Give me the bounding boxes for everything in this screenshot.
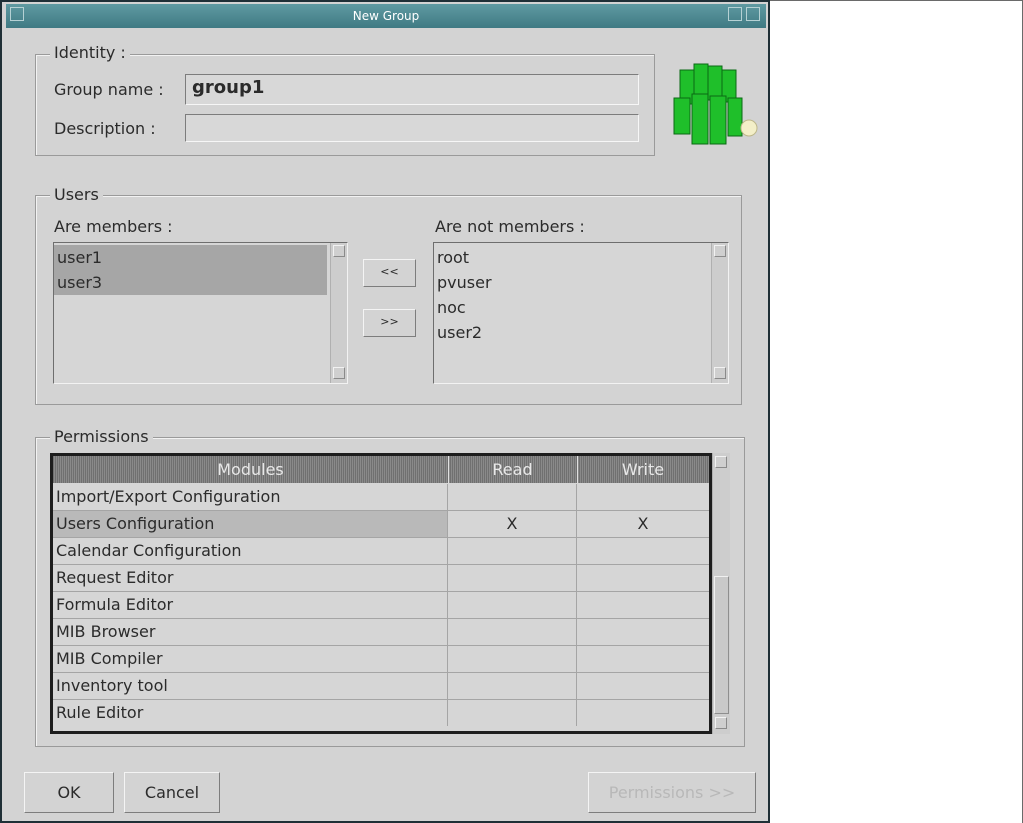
non-members-label: Are not members : [435, 217, 585, 236]
module-cell: Rule Editor [53, 700, 448, 726]
scroll-down-icon[interactable] [333, 367, 345, 379]
list-item[interactable]: pvuser [434, 270, 704, 295]
write-cell[interactable] [577, 538, 709, 564]
table-row[interactable]: Calendar Configuration [53, 538, 709, 565]
maximize-icon[interactable] [746, 7, 760, 21]
description-label: Description : [54, 119, 156, 138]
add-member-button[interactable]: << [363, 259, 416, 287]
read-cell[interactable] [448, 565, 577, 591]
module-cell: Formula Editor [53, 592, 448, 618]
minimize-icon[interactable] [728, 7, 742, 21]
write-cell[interactable] [577, 619, 709, 645]
scroll-down-icon[interactable] [715, 717, 727, 729]
read-cell[interactable] [448, 619, 577, 645]
scroll-down-icon[interactable] [714, 367, 726, 379]
write-cell[interactable] [577, 700, 709, 726]
window-title: New Group [352, 9, 420, 23]
list-item[interactable]: user2 [434, 320, 704, 345]
module-cell: Inventory tool [53, 673, 448, 699]
header-divider [448, 456, 449, 483]
users-legend: Users [50, 186, 103, 204]
members-list[interactable]: user1 user3 [53, 242, 348, 384]
group-name-label: Group name : [54, 80, 164, 99]
permissions-scrollbar[interactable] [712, 453, 730, 734]
permissions-legend: Permissions [50, 428, 153, 446]
read-cell[interactable] [448, 700, 577, 726]
members-label: Are members : [54, 217, 173, 236]
remove-member-button[interactable]: >> [363, 309, 416, 337]
module-cell: Users Configuration [53, 511, 448, 537]
write-cell[interactable] [577, 673, 709, 699]
table-row[interactable]: MIB Browser [53, 619, 709, 646]
non-members-scrollbar[interactable] [711, 243, 728, 383]
group-name-input[interactable]: group1 [185, 74, 639, 105]
table-row[interactable]: Request Editor [53, 565, 709, 592]
table-row[interactable]: Users Configuration X X [53, 511, 709, 538]
ok-button[interactable]: OK [24, 772, 114, 813]
module-cell: Import/Export Configuration [53, 484, 448, 510]
module-cell: Calendar Configuration [53, 538, 448, 564]
module-cell: MIB Browser [53, 619, 448, 645]
scroll-up-icon[interactable] [333, 245, 345, 257]
scroll-up-icon[interactable] [715, 456, 727, 468]
read-cell[interactable] [448, 673, 577, 699]
write-cell[interactable] [577, 646, 709, 672]
read-cell[interactable] [448, 484, 577, 510]
list-item[interactable]: noc [434, 295, 704, 320]
window-menu-icon[interactable] [10, 7, 24, 21]
list-item[interactable]: root [434, 245, 704, 270]
column-header-read[interactable]: Read [448, 456, 577, 483]
read-cell[interactable]: X [448, 511, 577, 537]
list-item[interactable]: user1 [54, 245, 327, 270]
table-row[interactable]: Rule Editor [53, 700, 709, 727]
non-members-list[interactable]: root pvuser noc user2 [433, 242, 729, 384]
module-cell: Request Editor [53, 565, 448, 591]
permissions-table[interactable]: Modules Read Write Import/Export Configu… [50, 453, 712, 734]
group-users-icon [673, 63, 758, 145]
read-cell[interactable] [448, 646, 577, 672]
permissions-toggle-button[interactable]: Permissions >> [588, 772, 756, 813]
members-scrollbar[interactable] [330, 243, 347, 383]
module-cell: MIB Compiler [53, 646, 448, 672]
table-row[interactable]: Import/Export Configuration [53, 484, 709, 511]
identity-legend: Identity : [50, 44, 130, 62]
header-divider [577, 456, 578, 483]
write-cell[interactable] [577, 592, 709, 618]
group-name-value: group1 [192, 77, 265, 98]
column-header-modules[interactable]: Modules [53, 456, 448, 483]
table-row[interactable]: Inventory tool [53, 673, 709, 700]
write-cell[interactable] [577, 484, 709, 510]
scroll-thumb[interactable] [714, 576, 729, 714]
table-row[interactable]: MIB Compiler [53, 646, 709, 673]
table-row[interactable]: Formula Editor [53, 592, 709, 619]
scroll-up-icon[interactable] [714, 245, 726, 257]
column-header-write[interactable]: Write [577, 456, 709, 483]
new-group-dialog: New Group Identity : Group name : group1… [0, 0, 770, 823]
description-input[interactable] [185, 114, 639, 142]
read-cell[interactable] [448, 592, 577, 618]
list-item[interactable]: user3 [54, 270, 327, 295]
cancel-button[interactable]: Cancel [124, 772, 220, 813]
write-cell[interactable]: X [577, 511, 709, 537]
title-bar[interactable]: New Group [6, 4, 766, 28]
read-cell[interactable] [448, 538, 577, 564]
write-cell[interactable] [577, 565, 709, 591]
